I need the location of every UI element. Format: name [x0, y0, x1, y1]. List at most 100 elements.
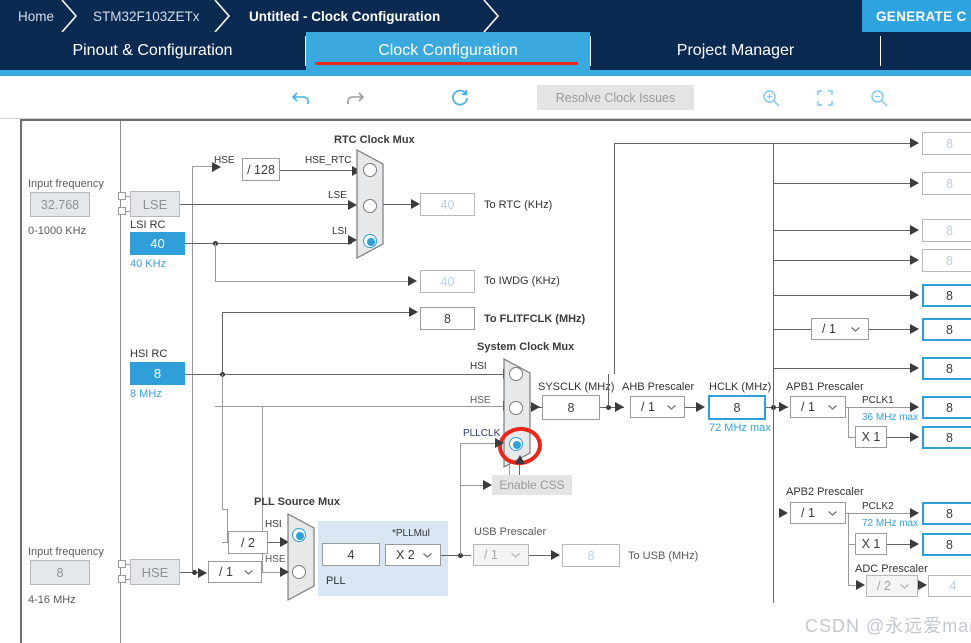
enable-css-button[interactable]: Enable CSS: [492, 475, 572, 495]
sysclk-label: SYSCLK (MHz): [538, 381, 615, 393]
apb1-prescaler-value: / 1: [801, 400, 815, 414]
chevron-down-icon: [423, 553, 432, 558]
rtc-mux-radio-hse-rtc[interactable]: [363, 163, 377, 177]
rtc-mux-input-2-arrow: [348, 235, 357, 245]
sys-mux-radio-hse[interactable]: [509, 401, 523, 415]
rtc-clock-mux-title: RTC Clock Mux: [334, 134, 415, 146]
right-box-3-arrow: [910, 225, 919, 235]
rtc-mux-input-1-arrow: [348, 200, 357, 210]
lse-input-label: LSE: [328, 190, 347, 201]
hse-oscillator-block[interactable]: HSE: [130, 559, 180, 585]
apb1-timer-output[interactable]: 8: [922, 426, 971, 449]
pllmul-label: *PLLMul: [392, 528, 430, 539]
pll-source-mux-title: PLL Source Mux: [254, 496, 340, 508]
sysclk-input-arrow: [531, 402, 540, 412]
rtc-hse-divider-128: / 128: [242, 158, 280, 181]
resolve-clock-issues-button[interactable]: Resolve Clock Issues: [537, 85, 694, 110]
lse-range-label: 0-1000 KHz: [28, 225, 87, 237]
apb1-prescaler-label: APB1 Prescaler: [786, 381, 864, 393]
pll-mux-radio-hsi[interactable]: [292, 528, 306, 542]
undo-icon[interactable]: [289, 86, 313, 110]
sys-mux-hsi-label: HSI: [470, 361, 487, 372]
hsi-to-sys-mux-line: [185, 374, 510, 375]
iwdg-input-arrow: [408, 276, 417, 286]
to-usb-label: To USB (MHz): [628, 550, 699, 562]
adc-output-value: 4: [928, 575, 971, 597]
lsi-to-rtc-mux-line: [185, 243, 352, 244]
pclk2-label: PCLK2: [862, 501, 894, 512]
breadcrumb-chevron-icon-2: [213, 0, 231, 32]
pll-source-mux[interactable]: [286, 512, 318, 602]
ahb-feed-4: [773, 260, 914, 261]
right-output-7[interactable]: 8: [922, 357, 971, 380]
sys-mux-input-2-arrow: [495, 438, 504, 448]
apb1-timer-vertical: [848, 407, 849, 437]
hse-input-frequency-field[interactable]: 8: [30, 560, 90, 585]
hsi-value-field[interactable]: 8: [130, 362, 185, 385]
pll-value-field: 4: [322, 543, 380, 566]
apb2-prescaler-select[interactable]: / 1: [790, 502, 846, 524]
to-rtc-label: To RTC (KHz): [484, 199, 553, 211]
zoom-in-icon[interactable]: [759, 86, 783, 110]
pclk2-output[interactable]: 8: [922, 502, 971, 525]
right-output-1: 8: [922, 132, 971, 155]
redo-icon[interactable]: [343, 86, 367, 110]
hclk-value-field[interactable]: 8: [708, 395, 766, 420]
sys-mux-radio-hsi[interactable]: [509, 367, 523, 381]
fit-to-screen-icon[interactable]: [813, 86, 837, 110]
rtc-mux-radio-lse[interactable]: [363, 199, 377, 213]
right-box-4-arrow: [910, 255, 919, 265]
pclk1-label: PCLK1: [862, 395, 894, 406]
ahb-prescaler-value: / 1: [641, 400, 655, 414]
reset-icon[interactable]: [448, 86, 472, 110]
generate-code-button[interactable]: GENERATE C: [862, 0, 971, 32]
adc-prescaler-arrow: [856, 580, 865, 590]
zoom-out-icon[interactable]: [867, 86, 891, 110]
lse-input-frequency-field[interactable]: 32.768: [30, 192, 90, 217]
css-up-arrow: [515, 455, 525, 464]
lse-oscillator-block[interactable]: LSE: [130, 191, 180, 217]
right-box-7-arrow: [910, 363, 919, 373]
right-output-5[interactable]: 8: [922, 284, 971, 307]
pclk1-output[interactable]: 8: [922, 396, 971, 419]
lsi-iwdg-horizontal: [215, 281, 412, 282]
tab-pinout-configuration[interactable]: Pinout & Configuration: [0, 32, 305, 70]
ahb-feed-3: [773, 230, 914, 231]
hsi-flitf-horizontal: [222, 312, 414, 313]
hsi-rc-label: HSI RC: [130, 348, 168, 360]
system-clock-mux-title: System Clock Mux: [477, 341, 575, 353]
hse-vertical-bus: [192, 166, 193, 572]
right-box-1-arrow: [910, 138, 919, 148]
mid-prescaler-select[interactable]: / 1: [811, 318, 869, 340]
apb1-input-arrow: [779, 402, 788, 412]
ahb-prescaler-select[interactable]: / 1: [630, 396, 685, 418]
adc-prescaler-select[interactable]: / 2: [866, 575, 918, 597]
lsi-value-field[interactable]: 40: [130, 232, 185, 255]
breadcrumb-device[interactable]: STM32F103ZETx: [93, 0, 200, 32]
pllmul-select[interactable]: X 2: [385, 544, 441, 566]
apb1-prescaler-select[interactable]: / 1: [790, 396, 846, 418]
ahb-feed-5: [773, 295, 914, 296]
usb-prescaler-select[interactable]: / 1: [473, 544, 529, 566]
pllmul-value: X 2: [396, 548, 415, 562]
right-output-6[interactable]: 8: [922, 318, 971, 341]
hse-pin-1: [118, 560, 126, 568]
pll-mux-radio-hse[interactable]: [292, 565, 306, 579]
apb2-branch-vertical: [848, 513, 849, 585]
lsi-unit-label: 40 KHz: [130, 258, 167, 270]
apb2-timer-output[interactable]: 8: [922, 533, 971, 556]
chevron-down-icon: [828, 405, 837, 410]
breadcrumb-chevron-icon: [60, 0, 78, 32]
breadcrumb-current-page: Untitled - Clock Configuration: [249, 8, 441, 24]
lse-input-frequency-label: Input frequency: [28, 178, 104, 190]
rtc-mux-radio-lsi[interactable]: [363, 234, 377, 248]
breadcrumb-home[interactable]: Home: [18, 0, 54, 32]
sysclk-value-field: 8: [542, 395, 600, 420]
right-output-2: 8: [922, 172, 971, 195]
tab-project-manager[interactable]: Project Manager: [591, 32, 880, 70]
breadcrumb-bar: Home STM32F103ZETx Untitled - Clock Conf…: [0, 0, 971, 32]
hse-prescaler-select[interactable]: / 1: [208, 561, 262, 583]
chevron-down-icon: [244, 570, 253, 575]
usb-output-arrow: [551, 550, 560, 560]
pll-out-vertical: [460, 443, 461, 555]
